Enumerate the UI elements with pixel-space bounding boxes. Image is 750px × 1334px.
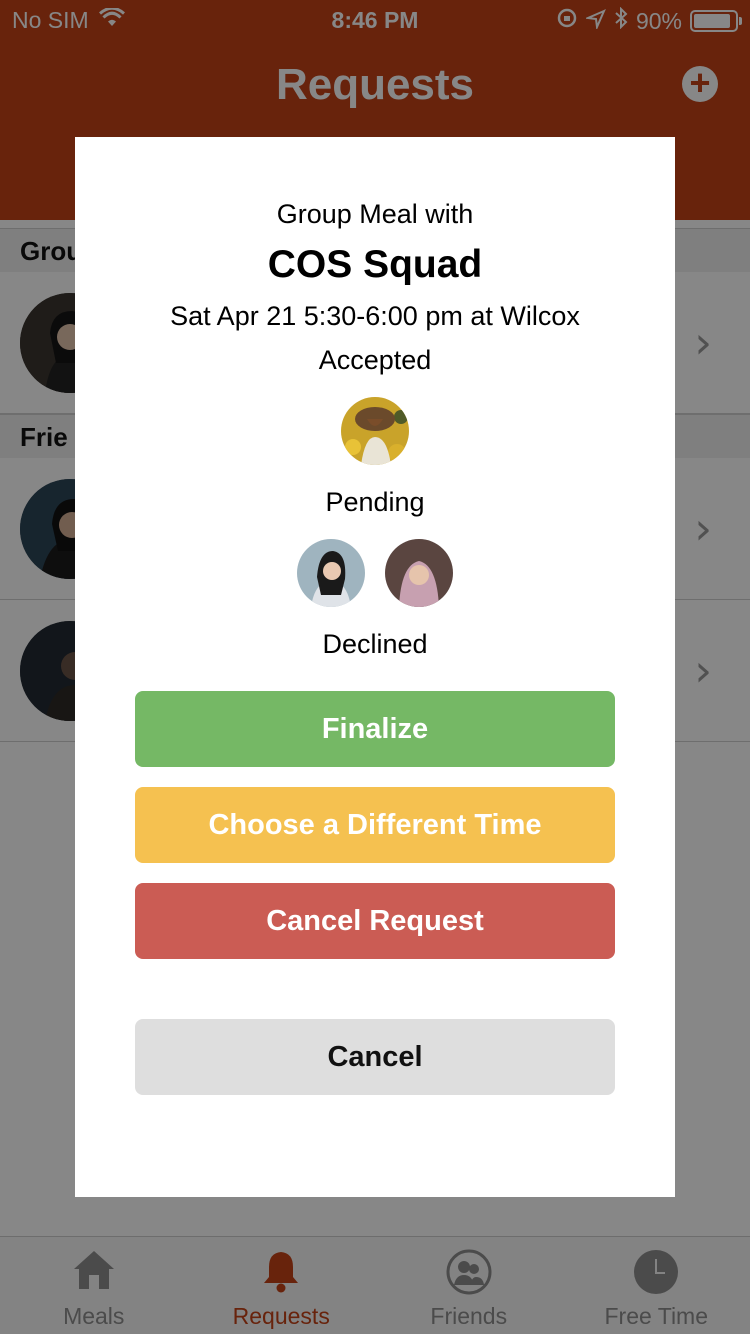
cancel-request-button[interactable]: Cancel Request	[135, 883, 615, 959]
request-detail-modal: Group Meal with COS Squad Sat Apr 21 5:3…	[75, 137, 675, 1197]
meal-time-location: Sat Apr 21 5:30-6:00 pm at Wilcox	[170, 301, 580, 331]
avatar	[385, 539, 453, 607]
accepted-avatars	[75, 397, 675, 465]
finalize-button[interactable]: Finalize	[135, 691, 615, 767]
declined-label: Declined	[322, 629, 428, 659]
avatar	[341, 397, 409, 465]
cancel-button[interactable]: Cancel	[135, 1019, 615, 1095]
accepted-label: Accepted	[318, 345, 432, 375]
modal-subtitle: Group Meal with	[276, 199, 474, 229]
pending-label: Pending	[325, 487, 425, 517]
group-name: COS Squad	[267, 243, 483, 286]
choose-different-time-button[interactable]: Choose a Different Time	[135, 787, 615, 863]
avatar	[297, 539, 365, 607]
pending-avatars	[75, 539, 675, 607]
